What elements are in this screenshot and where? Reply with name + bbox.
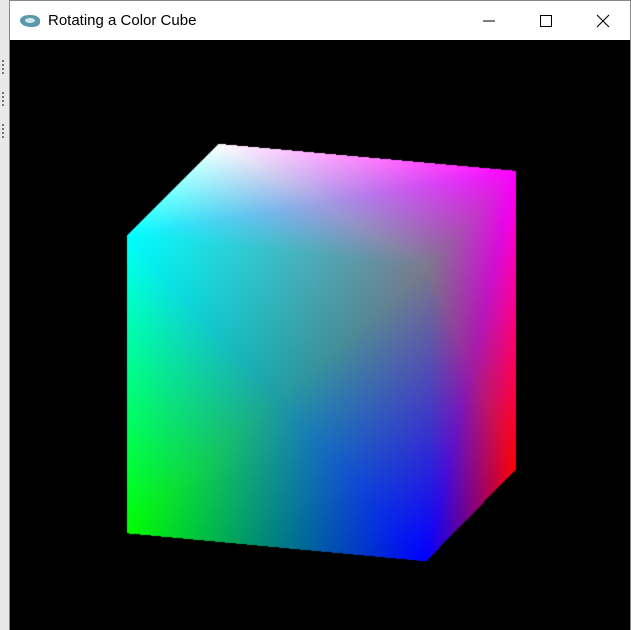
title-bar[interactable]: Rotating a Color Cube — [10, 1, 630, 40]
toolbar-grip — [2, 124, 8, 138]
toolbar-grip — [2, 60, 8, 74]
minimize-icon — [483, 20, 495, 21]
close-button[interactable] — [580, 1, 626, 40]
window-title: Rotating a Color Cube — [48, 12, 197, 29]
maximize-icon — [540, 14, 552, 27]
app-window: Rotating a Color Cube — [9, 0, 631, 630]
close-icon — [596, 14, 610, 27]
color-cube-canvas[interactable] — [10, 40, 630, 630]
maximize-button[interactable] — [523, 1, 569, 40]
minimize-button[interactable] — [466, 1, 512, 40]
app-icon — [20, 14, 40, 27]
toolbar-grip — [2, 92, 8, 106]
